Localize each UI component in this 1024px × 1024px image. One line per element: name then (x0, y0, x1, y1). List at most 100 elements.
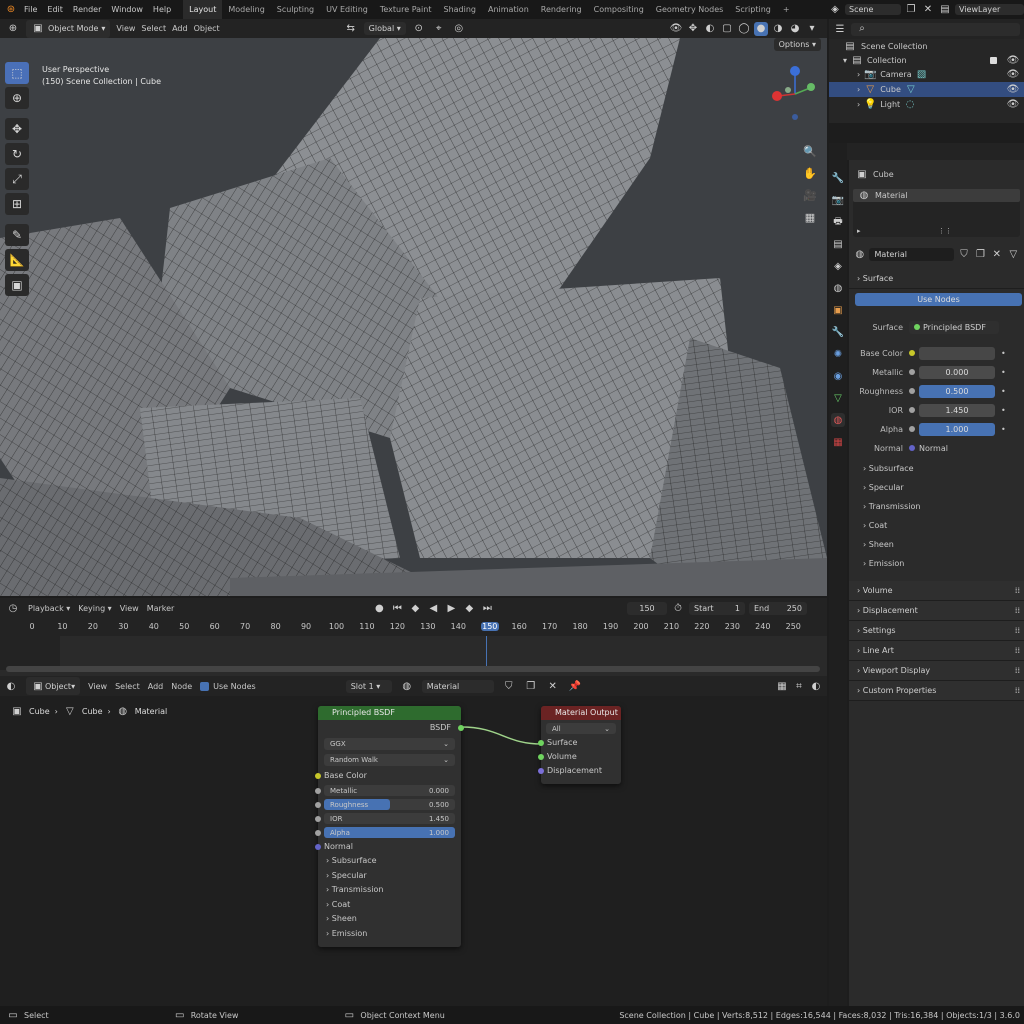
property-subpanel-toggle[interactable]: › Transmission (849, 497, 1024, 516)
node-menu-select[interactable]: Select (115, 682, 140, 691)
shading-solid-icon[interactable]: ● (754, 21, 768, 36)
menu-edit[interactable]: Edit (47, 5, 63, 14)
property-section-header[interactable]: › Volume ⁞⁞ (849, 581, 1024, 601)
next-keyframe-icon[interactable]: ◆ (462, 601, 476, 615)
duplicate-icon[interactable]: ❐ (974, 247, 987, 261)
normal-value[interactable]: Normal (919, 444, 948, 453)
viewport-menu-select[interactable]: Select (141, 24, 166, 33)
property-section-header[interactable]: › Displacement ⁞⁞ (849, 601, 1024, 621)
displacement-input-socket[interactable] (538, 768, 544, 774)
object-tab-icon[interactable]: ▣ (831, 303, 845, 317)
texture-tab-icon[interactable]: ▦ (831, 435, 845, 449)
drag-grip-icon[interactable]: ⁞⁞ (1015, 601, 1024, 621)
visibility-eye-icon[interactable]: 👁 (1006, 53, 1020, 67)
bsdf-field-slider[interactable]: Roughness 0.500 (324, 799, 455, 810)
shading-wireframe-icon[interactable]: ◯ (737, 22, 751, 36)
expand-chevron-icon[interactable]: › (857, 100, 860, 109)
timeline-editor-icon[interactable]: ◷ (6, 601, 20, 615)
collection-checkbox[interactable] (990, 56, 997, 64)
world-tab-icon[interactable]: ◍ (831, 281, 845, 295)
use-nodes-checkbox[interactable] (200, 681, 210, 691)
bsdf-panel-toggle[interactable]: › Transmission (318, 883, 461, 898)
property-subpanel-toggle[interactable]: › Specular (849, 478, 1024, 497)
keyframe-dot-icon[interactable]: • (1001, 406, 1006, 415)
bsdf-panel-toggle[interactable]: › Specular (318, 869, 461, 884)
principled-bsdf-node[interactable]: Principled BSDF BSDF GGX ⌄ Random Walk ⌄ B… (315, 706, 464, 947)
overlay-node-icon[interactable]: ◐ (809, 679, 823, 693)
outliner-item-cube[interactable]: › ▽ Cube ▽ 👁 (829, 82, 1024, 97)
visibility-icon[interactable]: 👁 (669, 22, 683, 36)
pin-icon[interactable]: 📌 (568, 679, 582, 693)
distribution-dropdown[interactable]: GGX ⌄ (324, 738, 455, 750)
annotate-tool-icon[interactable]: ✎ (5, 224, 29, 246)
fake-user-icon[interactable]: ⛉ (957, 247, 970, 261)
bsdf-panel-toggle[interactable]: › Coat (318, 898, 461, 913)
measure-tool-icon[interactable]: 📐 (5, 249, 29, 271)
bsdf-panel-toggle[interactable]: › Sheen (318, 912, 461, 927)
play-icon[interactable]: ▶ (444, 601, 458, 615)
perspective-grid-icon[interactable]: ▦ (803, 210, 817, 224)
drag-grip-icon[interactable]: ⁞⁞ (1015, 641, 1024, 661)
shader-node-editor[interactable]: ▣ Cube › ▽ Cube › ◍ Material Principled BSD… (0, 696, 827, 1006)
property-section-header[interactable]: › Viewport Display ⁞⁞ (849, 661, 1024, 681)
shader-type-selector[interactable]: ▣ Object ▾ (26, 677, 81, 695)
shader-editor-icon[interactable]: ◐ (4, 679, 18, 693)
resize-handle-icon[interactable]: ⋮⋮ (938, 227, 952, 235)
physics-tab-icon[interactable]: ◉ (831, 369, 845, 383)
tab-modeling[interactable]: Modeling (222, 0, 270, 19)
property-subpanel-toggle[interactable]: › Emission (849, 554, 1024, 573)
object-data-tab-icon[interactable]: ▽ (831, 391, 845, 405)
output-node-title[interactable]: Material Output (541, 706, 621, 720)
3d-viewport[interactable]: User Perspective (150) Scene Collection … (0, 38, 827, 596)
material-slot-list[interactable]: ◍ Material ▸ ⋮⋮ (853, 189, 1020, 237)
property-value-field[interactable]: 0.000 (919, 365, 995, 379)
bsdf-field-slider[interactable]: Alpha 1.000 (324, 827, 455, 838)
xray-icon[interactable]: ▢ (720, 22, 734, 36)
subsurface-method-dropdown[interactable]: Random Walk ⌄ (324, 754, 455, 766)
transform-orientation-selector[interactable]: Global ▾ (363, 22, 406, 35)
tab-uv-editing[interactable]: UV Editing (320, 0, 374, 19)
select-box-tool-icon[interactable]: ⬚ (5, 62, 29, 84)
prev-keyframe-icon[interactable]: ◆ (408, 601, 422, 615)
pan-hand-icon[interactable]: ✋ (803, 166, 817, 180)
transform-tool-icon[interactable]: ⊞ (5, 193, 29, 215)
camera-view-icon[interactable]: 🎥 (803, 188, 817, 202)
current-frame-field[interactable]: 150 (627, 601, 667, 615)
property-value-field[interactable]: 1.000 (919, 422, 995, 436)
fake-user-icon[interactable]: ⛉ (502, 679, 516, 693)
play-reverse-icon[interactable]: ◀ (426, 601, 440, 615)
base-color-swatch[interactable] (919, 346, 995, 360)
tool-tab-icon[interactable]: 🔧 (831, 171, 845, 185)
material-name-field[interactable]: Material (421, 679, 494, 693)
view-layer-tab-icon[interactable]: ▤ (831, 237, 845, 251)
snap-icon[interactable]: ⌖ (432, 22, 446, 36)
menu-render[interactable]: Render (73, 5, 101, 14)
viewport-menu-view[interactable]: View (116, 24, 135, 33)
property-socket-icon[interactable] (909, 426, 915, 432)
use-nodes-toggle[interactable]: Use Nodes (200, 681, 256, 691)
bsdf-output-socket[interactable] (458, 725, 464, 731)
tab-rendering[interactable]: Rendering (535, 0, 588, 19)
property-value-field[interactable]: 0.500 (919, 384, 995, 398)
blender-logo-icon[interactable]: ⊛ (4, 3, 18, 17)
outliner-item-light[interactable]: › 💡 Light ◌ 👁 (829, 97, 1024, 112)
bsdf-field-socket[interactable] (315, 788, 321, 794)
timeline-menu-marker[interactable]: Marker (147, 604, 175, 613)
menu-window[interactable]: Window (111, 5, 143, 14)
end-frame-field[interactable]: End 250 (749, 601, 807, 615)
tab-animation[interactable]: Animation (482, 0, 535, 19)
material-browse-icon[interactable]: ◍ (853, 247, 866, 261)
options-button[interactable]: Options ▾ (773, 38, 821, 51)
property-value-field[interactable]: 1.450 (919, 403, 995, 417)
expand-chevron-icon[interactable]: › (857, 85, 860, 94)
particles-tab-icon[interactable]: ✺ (831, 347, 845, 361)
render-tab-icon[interactable]: 📷 (831, 193, 845, 207)
bsdf-field-socket[interactable] (315, 802, 321, 808)
bsdf-panel-toggle[interactable]: › Subsurface (318, 854, 461, 869)
output-tab-icon[interactable]: 🖶 (831, 215, 845, 229)
unlink-material-icon[interactable]: ✕ (546, 679, 560, 693)
visibility-eye-icon[interactable]: 👁 (1006, 68, 1020, 82)
surface-shader-selector[interactable]: Principled BSDF (909, 320, 999, 334)
bsdf-field-slider[interactable]: IOR 1.450 (324, 813, 455, 824)
visibility-eye-icon[interactable]: 👁 (1006, 98, 1020, 112)
